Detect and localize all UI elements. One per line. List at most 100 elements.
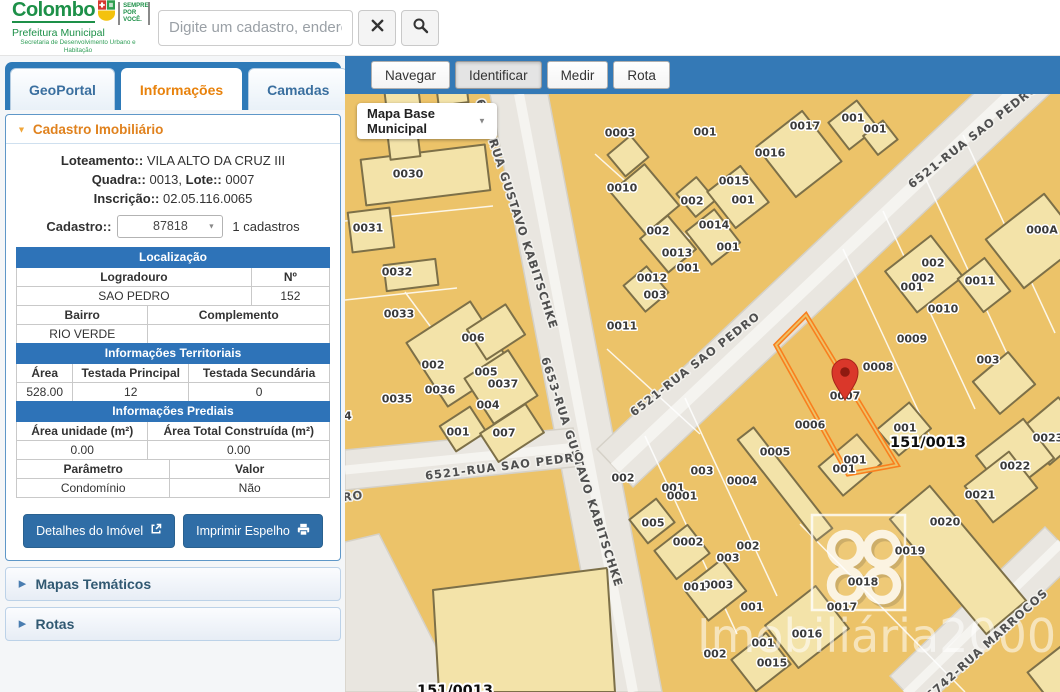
- map-canvas[interactable]: Imobiliária2000 6653-RUA GUSTAVO KABITSC…: [345, 94, 1060, 692]
- cadastro-count: 1 cadastros: [232, 218, 300, 234]
- logo-name: Colombo: [12, 0, 96, 24]
- detalhes-imovel-button[interactable]: Detalhes do Imóvel: [23, 513, 176, 548]
- parcel-label: 0016: [755, 147, 786, 160]
- parcel-label: 0011: [965, 275, 996, 288]
- search-icon: [412, 17, 429, 39]
- collapse-caret-icon: ▼: [17, 124, 26, 135]
- basemap-select[interactable]: Mapa Base Municipal ▼: [357, 103, 497, 139]
- logo-secretary: Secretaria de Desenvolvimento Urbano e H…: [20, 39, 136, 54]
- parcel-label: 001: [901, 281, 924, 294]
- parcel-label: 151/0013: [890, 435, 966, 451]
- parcel-label: 002: [612, 472, 635, 485]
- parcel-label: 0023: [1033, 432, 1060, 445]
- parcel-label: 4: [345, 410, 352, 423]
- cadastro-row: Cadastro:: 87818 ▼ 1 cadastros: [16, 214, 330, 238]
- parcel-label: 001: [684, 581, 707, 594]
- parcel-label: 0015: [719, 175, 750, 188]
- parcel-label: 001: [752, 637, 775, 650]
- colombo-logo: Colombo SEMPRE POR VOCÊ. Prefeitura Muni…: [12, 0, 151, 55]
- localizacao-table: Localização Logradouro Nº SAO PEDRO 152: [16, 246, 331, 306]
- accordion-mapas-tematicos[interactable]: ▶ Mapas Temáticos: [5, 566, 341, 601]
- parcel-label: 0004: [727, 475, 758, 488]
- property-summary: Loteamento:: VILA ALTO DA CRUZ III Quadr…: [60, 153, 286, 206]
- top-header: Colombo SEMPRE POR VOCÊ. Prefeitura Muni…: [0, 0, 1060, 56]
- search-group: [158, 9, 439, 46]
- parcel-label: 0017: [790, 120, 821, 133]
- parcel-label: 003: [644, 289, 667, 302]
- parcel-label: 0013: [662, 247, 693, 260]
- parcel-label: 0022: [1000, 460, 1031, 473]
- parcel-label: 006: [462, 332, 485, 345]
- parcel-label: 0033: [384, 308, 415, 321]
- parcel-label: 0003: [605, 127, 636, 140]
- prediais-table: Informações Prediais Área unidade (m²) Á…: [15, 400, 330, 460]
- parcel-label: 002: [922, 257, 945, 270]
- clear-search-button[interactable]: [358, 9, 396, 46]
- parcel-label: 001: [677, 262, 700, 275]
- parcel-label: 151/0013: [417, 683, 493, 692]
- parcel-label: 0016: [792, 628, 823, 641]
- parcel-label: 001: [842, 112, 865, 125]
- parcel-label: 001: [894, 422, 917, 435]
- parcel-label: 0009: [897, 333, 928, 346]
- parcel-label: 005: [642, 517, 665, 530]
- map-toolbar: Navegar Identificar Medir Rota: [345, 56, 1060, 94]
- map-area: Navegar Identificar Medir Rota Imobiliár…: [345, 56, 1060, 692]
- parcel-label: 001: [447, 426, 470, 439]
- external-link-icon: [150, 523, 162, 538]
- parcel-label: 004: [477, 399, 500, 412]
- parcel-label: 0020: [930, 516, 961, 529]
- cadastro-panel-body: Loteamento:: VILA ALTO DA CRUZ III Quadr…: [6, 144, 340, 560]
- parcel-label: 001: [864, 123, 887, 136]
- tool-medir-button[interactable]: Medir: [546, 61, 609, 89]
- tool-identificar-button[interactable]: Identificar: [455, 61, 542, 89]
- city-shield-icon: [98, 0, 116, 26]
- chevron-right-icon: ▶: [18, 579, 26, 589]
- parcel-label: 003: [717, 552, 740, 565]
- search-input[interactable]: [158, 9, 353, 46]
- tab-camadas[interactable]: Camadas: [248, 68, 349, 110]
- tool-rota-button[interactable]: Rota: [613, 61, 670, 89]
- bairro-table: Bairro Complemento RIO VERDE: [15, 304, 330, 344]
- printer-icon: [297, 523, 310, 539]
- cadastro-panel: ▼ Cadastro Imobiliário Loteamento:: VILA…: [5, 114, 341, 561]
- chevron-down-icon: ▼: [478, 116, 487, 126]
- parcel-label: 0002: [673, 536, 704, 549]
- parcel-label: 0021: [965, 489, 996, 502]
- imprimir-espelho-button[interactable]: Imprimir Espelho: [183, 513, 323, 548]
- tab-informacoes[interactable]: Informações: [120, 68, 243, 110]
- parcel-label: 0018: [848, 576, 879, 589]
- parcel-label: 003: [977, 354, 1000, 367]
- tool-navegar-button[interactable]: Navegar: [371, 61, 451, 89]
- parcel-label: 0010: [607, 182, 638, 195]
- parcel-label: 002: [647, 225, 670, 238]
- parcel-label: 0035: [382, 393, 413, 406]
- parcel-label: 002: [422, 359, 445, 372]
- sidebar-tabs-bar: GeoPortal Informações Camadas: [5, 62, 349, 110]
- parcel-label: 0008: [863, 361, 894, 374]
- panel-title: Cadastro Imobiliário: [32, 122, 164, 137]
- parcel-label: 0037: [488, 378, 519, 391]
- parcel-label: 0032: [382, 266, 413, 279]
- parcel-label: 002: [681, 195, 704, 208]
- parcel-label: 002: [704, 648, 727, 661]
- map-svg[interactable]: Imobiliária2000 6653-RUA GUSTAVO KABITSC…: [345, 94, 1060, 692]
- parcel-label: 001: [694, 126, 717, 139]
- tab-geoportal[interactable]: GeoPortal: [10, 68, 115, 110]
- parcel-label: 003: [691, 465, 714, 478]
- cadastro-panel-header[interactable]: ▼ Cadastro Imobiliário: [6, 115, 340, 144]
- parcel-label: 0001: [667, 490, 698, 503]
- parcel-label: 001: [717, 241, 740, 254]
- parcel-label: 001: [833, 463, 856, 476]
- parcel-label: 0010: [928, 303, 959, 316]
- chevron-right-icon: ▶: [18, 619, 26, 629]
- parcel-label: 002: [737, 540, 760, 553]
- parcel-label: 0014: [699, 219, 730, 232]
- search-button[interactable]: [401, 9, 439, 46]
- street-label: RO: [345, 488, 364, 504]
- parcel-label: 0036: [425, 384, 456, 397]
- logo-slogan-badge: SEMPRE POR VOCÊ.: [118, 2, 151, 25]
- parcel-label: 0012: [637, 272, 668, 285]
- cadastro-select[interactable]: 87818 ▼: [117, 214, 224, 238]
- accordion-rotas[interactable]: ▶ Rotas: [5, 606, 341, 641]
